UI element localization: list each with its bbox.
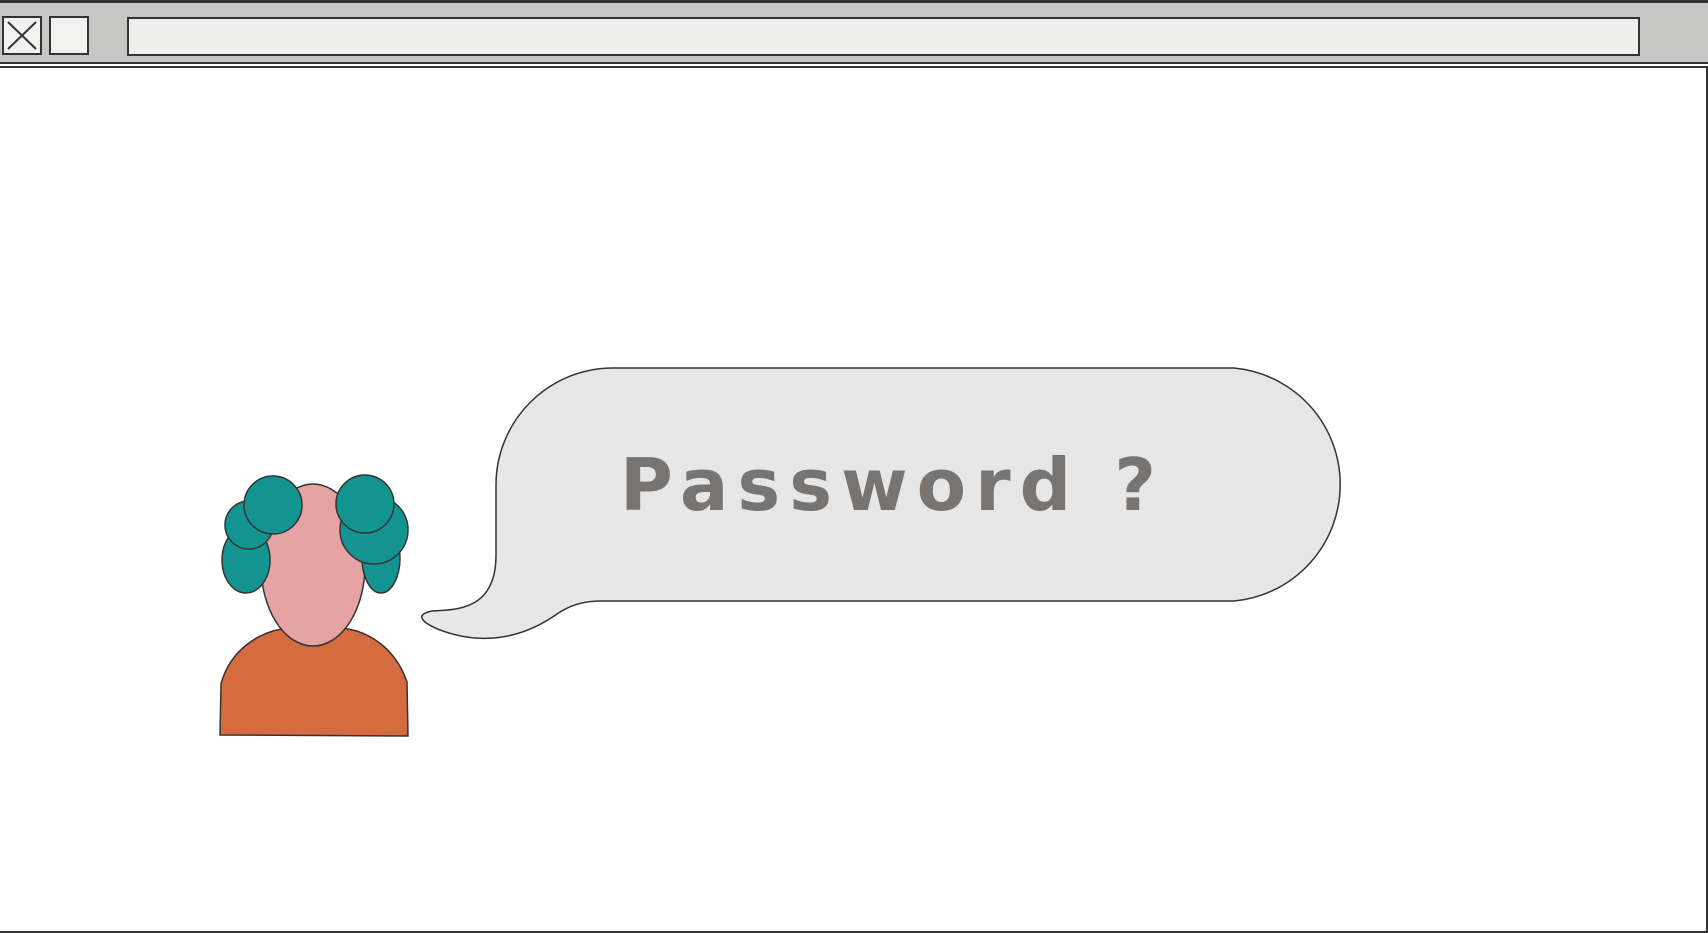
browser-window: Password ? xyxy=(0,0,1708,933)
speech-bubble-text: Password ? xyxy=(620,443,1165,527)
